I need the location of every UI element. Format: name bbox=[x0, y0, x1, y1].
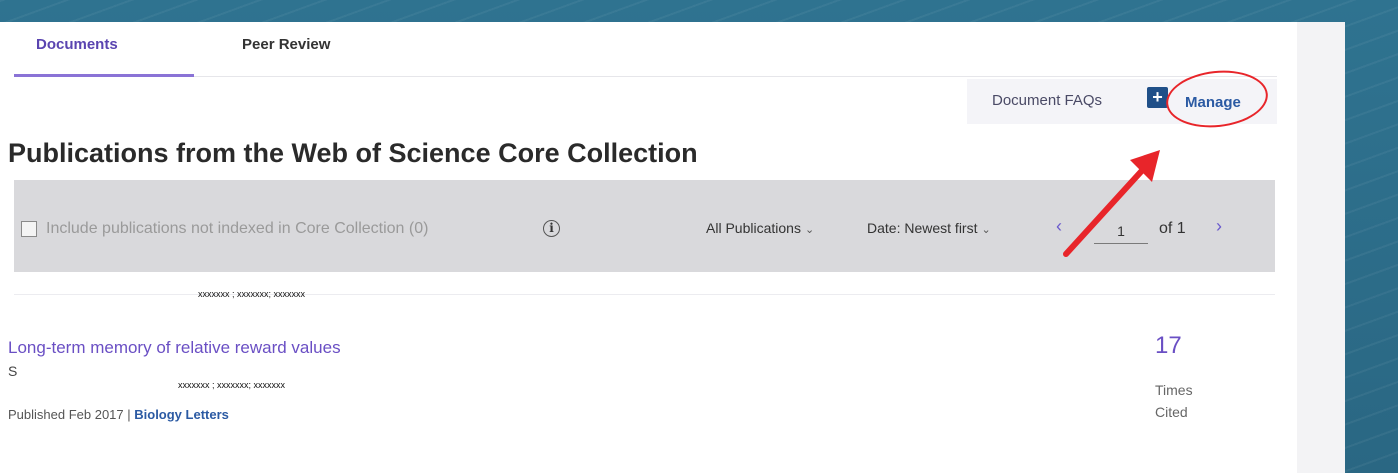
include-label: Include publications not indexed in Core… bbox=[46, 220, 429, 237]
tab-peer-review[interactable]: Peer Review bbox=[242, 36, 330, 53]
info-circle-icon[interactable]: i bbox=[543, 220, 560, 237]
chevron-down-icon: ⌄ bbox=[804, 224, 815, 236]
published-line: Published Feb 2017 | Biology Letters bbox=[8, 407, 229, 422]
chevron-down-icon: ⌄ bbox=[981, 224, 991, 236]
published-date: Published Feb 2017 | bbox=[8, 407, 135, 422]
annotation-arrow bbox=[1063, 150, 1160, 257]
right-gutter bbox=[1297, 22, 1345, 473]
tab-documents[interactable]: Documents bbox=[36, 36, 118, 53]
tab-active-underline bbox=[14, 74, 194, 77]
authors-list: xxxxxxx ; xxxxxxx; xxxxxxx bbox=[178, 380, 286, 390]
next-page-icon[interactable]: › bbox=[1216, 216, 1222, 237]
plus-square-icon[interactable]: + bbox=[1147, 87, 1168, 108]
document-faqs-link[interactable]: Document FAQs bbox=[992, 92, 1102, 109]
journal-link[interactable]: Biology Letters bbox=[134, 407, 229, 422]
include-checkbox[interactable] bbox=[21, 221, 37, 237]
sort-select[interactable]: Date: Newest first ⌄ bbox=[867, 220, 991, 236]
page-title: Publications from the Web of Science Cor… bbox=[8, 138, 698, 168]
times-cited-count[interactable]: 17 bbox=[1155, 332, 1182, 360]
authors-placeholder: xxxxxxx ; xxxxxxx; xxxxxxx bbox=[198, 289, 306, 299]
text-fragment: S bbox=[8, 363, 18, 379]
times-label: Times bbox=[1155, 382, 1193, 398]
publications-select[interactable]: All Publications ⌄ bbox=[706, 220, 814, 236]
publications-select-value: All Publications bbox=[706, 220, 801, 236]
cited-label: Cited bbox=[1155, 404, 1188, 420]
tab-divider bbox=[14, 76, 1277, 77]
times-cited-label: Times Cited bbox=[1155, 379, 1215, 423]
article-title-link[interactable]: Long-term memory of relative reward valu… bbox=[8, 338, 341, 358]
sort-select-value: Date: Newest first bbox=[867, 220, 978, 236]
